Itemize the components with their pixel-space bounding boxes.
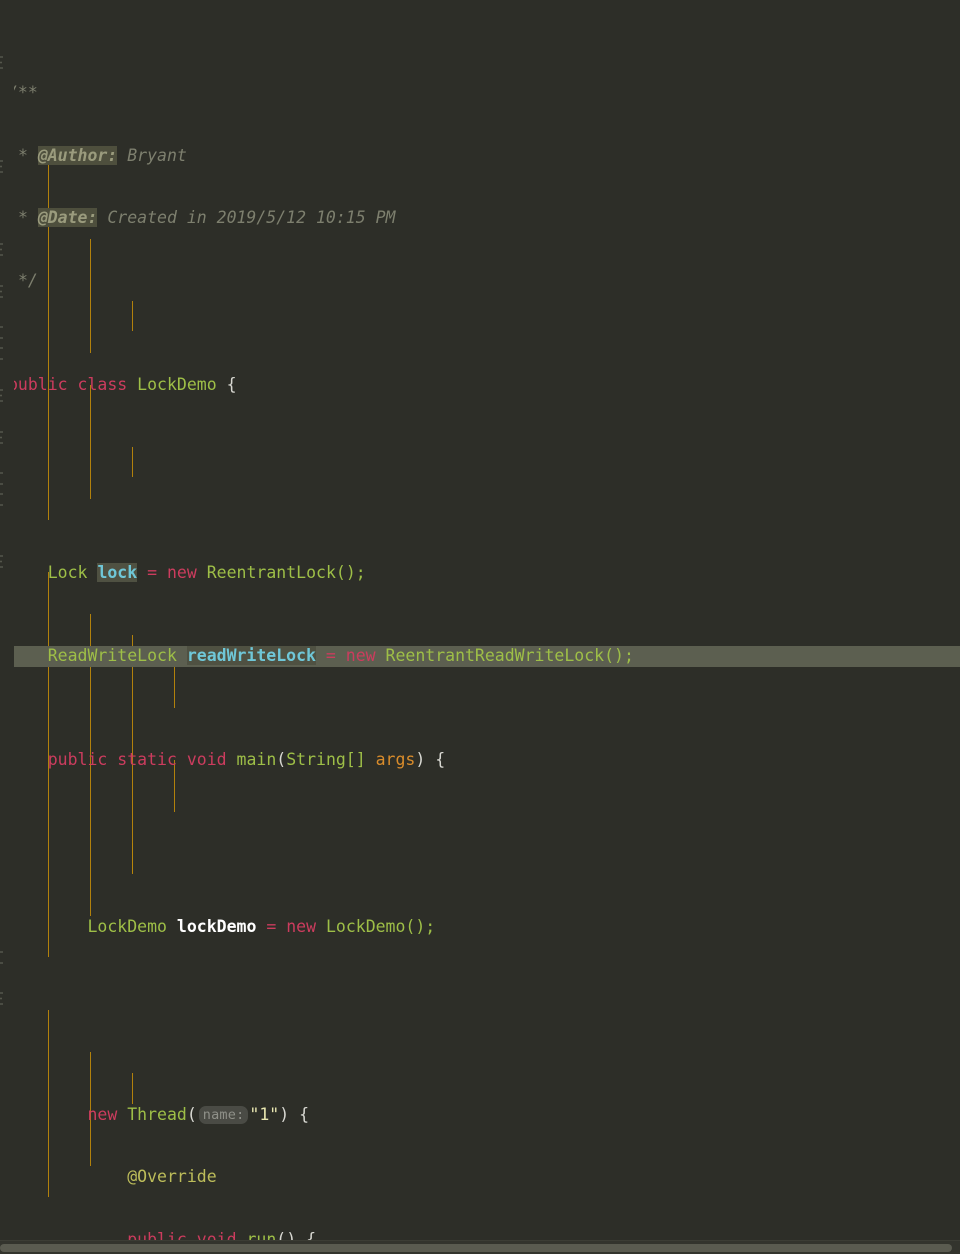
horizontal-scrollbar-thumb[interactable] (0, 1244, 952, 1252)
javadoc-open: /** (8, 83, 38, 103)
keyword-public: public (8, 375, 68, 395)
code-line[interactable]: * @Date: Created in 2019/5/12 10:15 PM (0, 208, 960, 229)
javadoc-star: * (17, 208, 28, 228)
keyword-new: new (167, 562, 197, 582)
open-brace: { (226, 375, 237, 395)
javadoc-author-tag: @Author: (37, 145, 118, 165)
code-line-blank[interactable] (0, 834, 960, 855)
field-type-lock: Lock (47, 562, 88, 582)
main-param-type: String[] (286, 750, 366, 770)
main-param-name: args (375, 750, 416, 770)
keyword-new: new (286, 916, 317, 936)
local-ctor: LockDemo(); (325, 916, 436, 936)
local-type: LockDemo (87, 916, 167, 936)
field-type-readwritelock: ReadWriteLock (47, 646, 177, 666)
keyword-class: class (77, 375, 128, 395)
local-var-lockdemo[interactable]: lockDemo (177, 917, 256, 936)
thread-name-arg: "1" (249, 1104, 280, 1124)
assign-op: = (266, 916, 277, 936)
keyword-new: new (87, 1104, 118, 1124)
field-name-readwritelock[interactable]: readWriteLock (186, 646, 316, 666)
code-line-caret[interactable]: ReadWriteLock readWriteLock = new Reentr… (0, 646, 960, 667)
code-editor[interactable]: /** * @Author: Bryant * @Date: Created i… (0, 0, 960, 1254)
code-line[interactable]: public static void main(String[] args) { (0, 750, 960, 771)
horizontal-scrollbar-track[interactable] (0, 1240, 960, 1254)
main-modifiers: public static (47, 750, 177, 770)
javadoc-date-value: Created in 2019/5/12 10:15 PM (107, 208, 396, 228)
javadoc-date-tag: @Date: (37, 208, 98, 228)
field-init-lock: ReentrantLock(); (206, 562, 366, 582)
keyword-new: new (345, 646, 376, 666)
code-line[interactable]: /** (0, 83, 960, 104)
code-line[interactable]: Lock lock = new ReentrantLock(); (0, 562, 960, 584)
class-name: LockDemo (137, 375, 217, 395)
field-init-readwritelock: ReentrantReadWriteLock(); (385, 646, 634, 666)
assign-op: = (147, 562, 158, 582)
field-name-lock[interactable]: lock (97, 562, 138, 582)
javadoc-close: */ (17, 270, 38, 290)
code-line[interactable]: LockDemo lockDemo = new LockDemo(); (0, 917, 960, 938)
assign-op: = (325, 646, 336, 666)
javadoc-author-value: Bryant (127, 145, 187, 165)
thread-type: Thread (127, 1104, 187, 1124)
param-hint-name: name: (198, 1105, 249, 1124)
code-line[interactable]: new Thread(name: "1") { (0, 1105, 960, 1126)
code-line[interactable]: public class LockDemo { (0, 375, 960, 396)
code-line[interactable]: @Override (0, 1167, 960, 1188)
main-method-name[interactable]: main (237, 750, 277, 769)
javadoc-star: * (17, 145, 28, 165)
code-content[interactable]: /** * @Author: Bryant * @Date: Created i… (0, 0, 960, 1249)
code-line-blank[interactable] (0, 1000, 960, 1021)
override-annotation: @Override (127, 1167, 217, 1187)
code-line[interactable]: * @Author: Bryant (0, 145, 960, 167)
main-return-type: void (186, 750, 227, 770)
code-line-blank[interactable] (0, 458, 960, 479)
code-line[interactable]: */ (0, 271, 960, 292)
